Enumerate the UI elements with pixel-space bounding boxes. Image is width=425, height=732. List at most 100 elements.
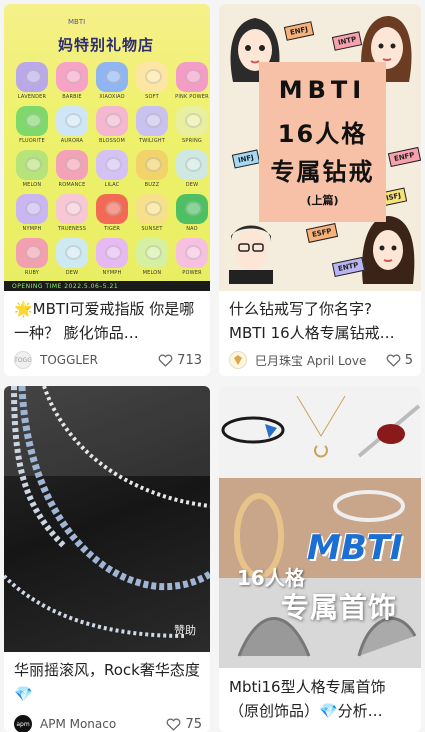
avatar[interactable]: apm [14,715,32,732]
ring-product-image [96,62,128,92]
ring-label: MELON [142,270,162,276]
cover-bottom-text: OPENING TIME 2022.5.06–5.21 [12,282,119,290]
avatar[interactable]: TOGG [14,351,32,369]
note-cover-image[interactable]: 赞助 [4,386,210,652]
like-button[interactable]: 75 [166,717,202,732]
ring-product-image [136,150,168,180]
note-title[interactable]: 🌟MBTI可爱戒指版 你是哪一种？ 膨化饰品… [14,297,202,345]
cover-title-box: MBTI 16人格 专属钻戒 (上篇) [259,62,386,222]
like-button[interactable]: 713 [158,353,202,368]
note-title[interactable]: Mbti16型人格专属首饰（原创饰品）💎分析… [229,675,413,723]
diamond-logo-icon [234,355,242,365]
cover-line-3: 专属钻戒 [270,158,375,186]
heart-outline-icon [158,354,173,367]
ring-product-image [176,194,208,224]
cover-heading: 妈特别礼物店 [58,36,155,54]
ring-label: NYMPH [102,270,122,276]
note-cover-image[interactable]: ENFJ INTP INFJ ESFP ENTP ENFP ISFJ MBTI … [219,4,421,291]
ring-product-image [56,194,88,224]
author-name[interactable]: 巳月珠宝 April Love [255,352,386,369]
ring-product-image [56,150,88,180]
note-meta: 巳月珠宝 April Love 5 [229,350,413,370]
ring-label: AURORA [60,138,84,144]
cover-line-1: MBTI [278,76,367,104]
ring-product-image [56,238,88,268]
ring-product-image [136,106,168,136]
like-count: 713 [177,352,202,368]
mbti-tag: ESFP [305,223,338,243]
ring-label: NYMPH [22,226,42,232]
like-count: 5 [404,352,413,368]
avatar-text: TOGG [14,356,32,364]
avatar-text: apm [16,720,30,728]
note-card[interactable]: MBTI 妈特别礼物店 LAVENDER BARBIE XIAOXIAO SOFT PI… [4,4,210,376]
ring-label: SOFT [145,94,159,100]
cover-line-2: 16人格 [277,120,368,148]
ring-label: XIAOXIAO [99,94,125,100]
ring-label: BARBIE [62,94,82,100]
ring-product-image [176,238,208,268]
illustration-man-left [229,225,273,284]
ring-product-image [96,194,128,224]
ring-product-image [96,106,128,136]
heart-outline-icon [167,718,181,731]
sponsored-badge: 赞助 [174,624,196,637]
ring-label: FLUORITE [19,138,45,144]
like-count: 75 [185,716,202,732]
cover-top-text: MBTI [68,18,86,26]
ring-product-image [16,194,48,224]
ring-product-image [176,62,208,92]
cover-line-2: 专属首饰 [281,591,398,624]
avatar[interactable] [229,351,247,369]
note-cover-image[interactable]: MBTI 妈特别礼物店 LAVENDER BARBIE XIAOXIAO SOFT PI… [4,4,210,291]
ring-label: NAO [186,226,198,232]
ring-label: ROMANCE [58,182,86,188]
ring-label: SPRING [182,138,202,144]
mbti-tag: INFJ [231,149,261,169]
cover-brand-text: MBTI [307,528,403,568]
ring-label: POWER [182,270,202,276]
mbti-tag: ENFP [387,146,421,168]
ring-label: TWILIGHT [138,138,166,144]
heart-outline-icon [386,354,401,367]
ring-product-image [16,106,48,136]
note-cover-image[interactable]: MBTI 16人格 专属首饰 [219,386,421,668]
author-name[interactable]: TOGGLER [40,353,158,367]
ring-product-image [56,62,88,92]
ring-label: TIGER [103,226,121,232]
note-card[interactable]: ENFJ INTP INFJ ESFP ENTP ENFP ISFJ MBTI … [219,4,421,376]
ring-label: PINK POWER [175,94,209,100]
ring-product-image [16,150,48,180]
ring-label: MELON [22,182,42,188]
cover-bottom-bar: OPENING TIME 2022.5.06–5.21 [4,281,210,291]
note-title[interactable]: 华丽摇滚风，Rock奢华态度💎 [14,658,202,706]
mbti-tag: ENFJ [283,21,315,41]
ring-label: SUNSET [141,226,163,232]
note-meta: apm APM Monaco 75 [14,714,202,732]
ring-label: BUZZ [144,182,160,188]
necklace-image [4,386,210,638]
ring-label: BLOSSOM [99,138,125,144]
note-feed: MBTI 妈特别礼物店 LAVENDER BARBIE XIAOXIAO SOFT PI… [0,0,425,732]
note-card[interactable]: MBTI 16人格 专属首饰 Mbti16型人格专属首饰（原创饰品）💎分析… [219,386,421,732]
ring-product-image [176,150,208,180]
ring-label: DEW [65,270,79,276]
ring-product-image [16,62,48,92]
note-meta: TOGG TOGGLER 713 [14,350,202,370]
ring-product-image [136,194,168,224]
ring-product-image [16,238,48,268]
cover-line-4: (上篇) [306,194,339,207]
author-name[interactable]: APM Monaco [40,717,166,731]
like-button[interactable]: 5 [386,353,413,368]
ring-product-image [96,150,128,180]
ring-label: RUBY [24,270,40,276]
ring-label: TRUENESS [57,226,87,232]
ring-product-image [56,106,88,136]
ring-label: LILAC [104,182,120,188]
note-card[interactable]: 赞助 华丽摇滚风，Rock奢华态度💎 apm APM Monaco 75 [4,386,210,732]
ring-label: LAVENDER [17,94,47,100]
note-title[interactable]: 什么钻戒写了你名字? MBTI 16人格专属钻戒… [229,297,413,345]
ring-label: DEW [185,182,199,188]
ring-product-image [176,106,208,136]
ring-product-image [96,238,128,268]
